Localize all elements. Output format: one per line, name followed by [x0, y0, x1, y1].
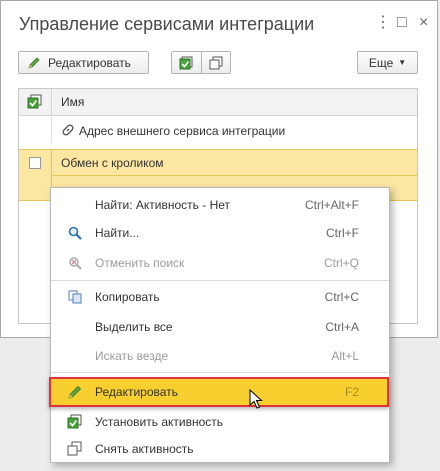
menu-item-set-active[interactable]: Установить активность	[51, 410, 389, 435]
row-name: Обмен с кроликом	[61, 156, 164, 170]
menu-item-copy[interactable]: Копировать Ctrl+C	[51, 285, 389, 310]
menu-separator	[51, 280, 389, 281]
menu-item-clear-active[interactable]: Снять активность	[51, 437, 389, 462]
menu-item-find-activity[interactable]: Найти: Активность - Нет Ctrl+Alt+F	[51, 193, 389, 218]
table-row[interactable]: Адрес внешнего сервиса интеграции	[19, 117, 417, 143]
uncheck-multiple-icon	[67, 441, 82, 456]
column-header-name[interactable]: Имя	[61, 95, 84, 109]
edit-button[interactable]: Редактировать	[18, 51, 149, 74]
menu-item-search-everywhere[interactable]: Искать везде Alt+L	[51, 344, 389, 369]
check-multiple-icon	[179, 56, 193, 69]
pencil-icon	[68, 385, 82, 399]
chevron-down-icon: ▼	[398, 58, 407, 67]
menu-item-edit[interactable]: Редактировать F2	[49, 377, 389, 407]
cancel-search-icon	[69, 257, 82, 270]
link-icon	[62, 124, 74, 136]
mouse-cursor-icon	[249, 389, 263, 409]
magnifier-icon	[68, 226, 82, 240]
copy-icon	[68, 290, 82, 304]
set-active-button[interactable]	[172, 52, 202, 73]
activity-buttons-group	[171, 51, 231, 74]
check-multiple-icon	[67, 414, 82, 429]
row-checkbox[interactable]	[29, 157, 41, 169]
menu-separator	[51, 372, 389, 373]
menu-item-select-all[interactable]: Выделить все Ctrl+A	[51, 315, 389, 340]
context-menu: Найти: Активность - Нет Ctrl+Alt+F Найти…	[49, 187, 390, 463]
more-options-icon[interactable]: ⋮	[375, 13, 391, 33]
table-header: Имя	[19, 89, 417, 116]
row-name: Адрес внешнего сервиса интеграции	[79, 124, 286, 138]
clear-active-button[interactable]	[202, 52, 231, 73]
menu-item-cancel-search[interactable]: Отменить поиск Ctrl+Q	[51, 251, 389, 276]
more-button-label: Еще	[368, 55, 394, 70]
menu-item-find[interactable]: Найти... Ctrl+F	[51, 221, 389, 246]
uncheck-multiple-icon	[209, 56, 223, 69]
pencil-icon	[28, 56, 40, 69]
close-icon[interactable]: ×	[419, 13, 428, 33]
window-title: Управление сервисами интеграции	[19, 14, 315, 34]
edit-button-label: Редактировать	[48, 55, 131, 70]
header-check-icon[interactable]	[27, 94, 42, 112]
maximize-icon[interactable]: □	[397, 13, 407, 33]
more-button[interactable]: Еще ▼	[357, 51, 418, 74]
